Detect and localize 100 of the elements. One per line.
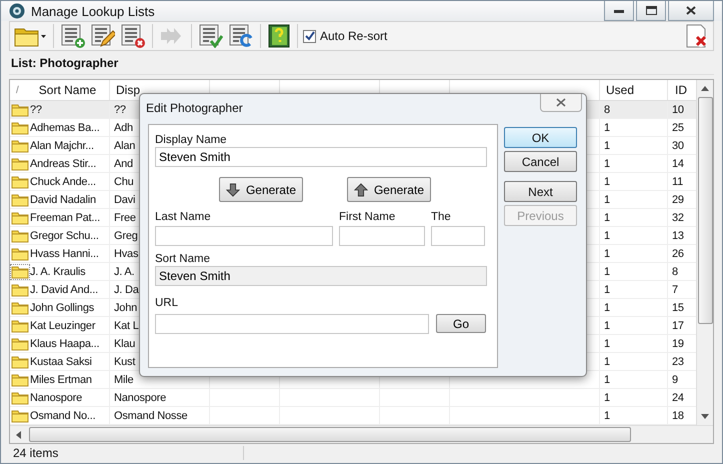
add-item-button[interactable] — [59, 22, 87, 50]
close-button[interactable] — [540, 94, 582, 112]
table-cell: Davi — [114, 194, 136, 206]
table-cell: 8 — [672, 266, 678, 278]
auto-resort-checkbox[interactable]: Auto Re-sort — [303, 29, 388, 43]
folder-icon — [11, 156, 29, 170]
vertical-scrollbar[interactable] — [696, 80, 713, 425]
table-cell: And — [114, 158, 133, 170]
folder-icon — [11, 300, 29, 314]
table-cell: 26 — [672, 248, 684, 260]
table-cell: Adh — [114, 122, 133, 134]
table-cell: 1 — [604, 122, 610, 134]
table-cell: 1 — [604, 410, 610, 422]
table-cell: 10 — [672, 104, 684, 116]
table-cell: 11 — [672, 176, 684, 188]
minimize-icon — [614, 8, 624, 12]
dialog-button[interactable]: Cancel — [504, 151, 577, 172]
table-cell: 1 — [604, 392, 610, 404]
window-title: Manage Lookup Lists — [31, 4, 155, 18]
table-cell: 7 — [672, 284, 678, 296]
refresh-button[interactable] — [227, 22, 255, 50]
table-cell: Osmand Nosse — [114, 410, 188, 422]
table-cell: 17 — [672, 320, 684, 332]
last-name-field[interactable] — [155, 226, 333, 246]
column-header[interactable]: Sort Name — [38, 83, 96, 97]
table-cell: Kustaa Saksi — [30, 356, 92, 368]
field-label: Display Name — [155, 133, 228, 147]
list-check-icon — [199, 24, 223, 48]
folder-icon — [11, 192, 29, 206]
folder-icon — [11, 228, 29, 242]
display-name-field[interactable]: Steven Smith — [155, 147, 487, 167]
dialog-button[interactable]: Next — [504, 181, 577, 202]
scroll-left-icon — [16, 430, 21, 438]
table-cell: Osmand No... — [30, 410, 96, 422]
table-cell: Kat Leuzinger — [30, 320, 96, 332]
table-cell: 25 — [672, 122, 684, 134]
table-cell: Kust — [114, 356, 136, 368]
table-cell: Klaus Haapa... — [30, 338, 100, 350]
folder-icon — [11, 174, 29, 188]
horizontal-scrollbar[interactable] — [10, 425, 713, 443]
help-button[interactable] — [266, 22, 292, 50]
table-cell: 8 — [604, 104, 610, 116]
maximize-button[interactable] — [636, 1, 666, 21]
table-cell: 1 — [604, 194, 610, 206]
table-cell: 1 — [604, 158, 610, 170]
generate-button[interactable]: Generate — [347, 177, 431, 202]
table-cell: J. Da — [114, 284, 139, 296]
field-label: Last Name — [155, 210, 212, 224]
folder-icon — [11, 120, 29, 134]
field-label: First Name — [339, 210, 396, 224]
table-cell: 19 — [672, 338, 684, 350]
table-cell: 15 — [672, 302, 684, 314]
up-arrow-icon — [354, 182, 368, 198]
close-button[interactable] — [668, 1, 714, 21]
first-name-field[interactable] — [339, 226, 425, 246]
table-cell: 1 — [604, 176, 610, 188]
table-cell: Kat L — [114, 320, 139, 332]
column-header[interactable]: ID — [675, 83, 687, 97]
list-label: List: Photographer — [9, 51, 714, 75]
go-button[interactable]: Go — [436, 314, 486, 333]
table-cell: Klau — [114, 338, 136, 350]
table-cell: 13 — [672, 230, 684, 242]
table-cell: 14 — [672, 158, 684, 170]
app-icon — [9, 3, 25, 19]
dialog-title: Edit Photographer — [146, 101, 243, 115]
edit-item-button[interactable] — [89, 22, 117, 50]
sort-name-field[interactable]: Steven Smith — [155, 266, 487, 286]
down-arrow-icon — [226, 182, 240, 198]
table-cell: 1 — [604, 320, 610, 332]
table-cell: 1 — [604, 338, 610, 350]
table-cell: 23 — [672, 356, 684, 368]
folder-icon — [11, 138, 29, 152]
the-field[interactable] — [431, 226, 485, 246]
table-cell: Gregor Schu... — [30, 230, 99, 242]
status-text: 24 items — [9, 446, 244, 460]
table-cell: 18 — [672, 410, 684, 422]
scroll-thumb[interactable] — [29, 427, 631, 442]
table-cell: Nanospore — [30, 392, 82, 404]
dialog-button[interactable]: OK — [504, 127, 577, 148]
field-label: Sort Name — [155, 252, 211, 266]
delete-item-button[interactable] — [119, 22, 147, 50]
table-row[interactable]: Nanospore Nanospore 1 24 — [10, 389, 696, 407]
table-cell: Mile — [114, 374, 134, 386]
table-cell: Hvass Hanni... — [30, 248, 99, 260]
checkmark-icon — [304, 31, 314, 41]
check-button[interactable] — [197, 22, 225, 50]
close-icon — [556, 98, 566, 107]
scroll-thumb[interactable] — [698, 97, 712, 324]
folder-icon — [11, 246, 29, 260]
folder-icon — [11, 210, 29, 224]
table-cell: Andreas Stir... — [30, 158, 96, 170]
table-cell: 29 — [672, 194, 684, 206]
folder-icon — [11, 282, 29, 296]
generate-button[interactable]: Generate — [219, 177, 303, 202]
table-cell: ?? — [114, 104, 126, 116]
column-header[interactable]: Disp — [116, 83, 140, 97]
url-field[interactable] — [155, 314, 429, 334]
column-header[interactable]: Used — [606, 83, 634, 97]
minimize-button[interactable] — [604, 1, 634, 21]
folder-icon — [11, 264, 29, 278]
